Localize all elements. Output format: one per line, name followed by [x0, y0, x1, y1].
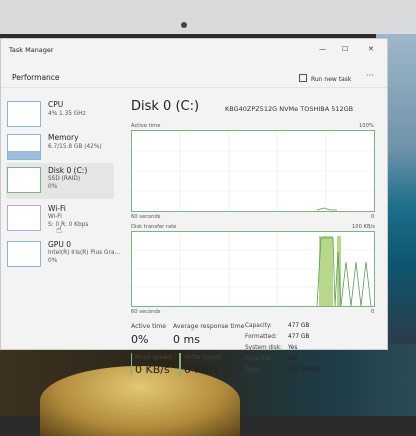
sidebar-item-detail: Intel(R) Iris(R) Plus Gra... [48, 250, 120, 256]
read-speed-value: 0 KB/s [135, 363, 170, 376]
active-time-stat-value: 0% [131, 333, 149, 346]
close-button[interactable]: ✕ [368, 45, 374, 53]
sidebar-item-detail: 4% 1.35 GHz [48, 111, 86, 117]
avg-response-label: Average response time [173, 323, 245, 330]
mouse-cursor-icon: ☝ [56, 225, 63, 236]
sidebar-item-label: GPU 0 [48, 240, 71, 249]
sidebar-item-label: CPU [48, 100, 64, 109]
title-bar[interactable]: Task Manager — ☐ ✕ [1, 39, 387, 61]
device-bezel [0, 0, 416, 34]
maximize-button[interactable]: ☐ [342, 45, 348, 53]
page-header: Performance Run new task ··· [1, 65, 387, 88]
property-key: Type: [245, 367, 261, 373]
sidebar-item-label: Disk 0 (C:) [48, 166, 88, 175]
sidebar-item-disk[interactable]: Disk 0 (C:) SSD (RAID) 0% [6, 163, 114, 199]
sidebar-item-label: Memory [48, 133, 79, 142]
transfer-rate-graph-axis-left: 60 seconds [131, 309, 161, 315]
sidebar-item-gpu[interactable]: GPU 0 Intel(R) Iris(R) Plus Gra... 0% [6, 237, 120, 271]
sidebar-item-usage: S: 0 R: 0 Kbps [48, 222, 89, 228]
read-speed-divider [131, 353, 132, 377]
property-value: Yes [288, 345, 298, 351]
property-value: 477 GB [288, 323, 310, 329]
minimize-button[interactable]: — [319, 45, 326, 53]
property-value: 477 GB [288, 334, 310, 340]
gpu-thumbnail-graph [7, 241, 41, 267]
write-speed-value: 0 KB/s [184, 363, 219, 376]
sidebar-item-usage: 0% [48, 184, 58, 190]
property-key: Capacity: [245, 323, 272, 329]
transfer-rate-graph-max: 100 KB/s [352, 224, 375, 230]
avg-response-value: 0 ms [173, 333, 200, 346]
sidebar-item-detail: 6.7/15.8 GB (42%) [48, 144, 102, 150]
sidebar-item-label: Wi-Fi [48, 204, 66, 213]
active-time-graph-label: Active time [131, 123, 161, 129]
wallpaper-rock [40, 366, 240, 436]
more-options-button[interactable]: ··· [366, 71, 374, 80]
cpu-thumbnail-graph [7, 101, 41, 127]
read-speed-label: Read speed [135, 354, 172, 361]
wifi-thumbnail-graph [7, 205, 41, 231]
sidebar-item-usage: 0% [48, 258, 58, 264]
active-time-graph-max: 100% [359, 123, 374, 129]
run-new-task-label: Run new task [311, 76, 352, 83]
write-speed-label: Write speed [184, 354, 221, 361]
memory-thumbnail-graph [7, 134, 41, 160]
camera-icon [181, 22, 187, 28]
property-value: Yes [288, 356, 298, 362]
active-time-graph-axis-right: 0 [371, 214, 375, 220]
run-task-icon [299, 74, 307, 82]
page-title: Performance [12, 73, 60, 82]
transfer-rate-graph-label: Disk transfer rate [131, 224, 177, 230]
run-new-task-button[interactable]: Run new task [299, 74, 351, 83]
property-value: SSD (RAID) [288, 367, 321, 373]
active-time-graph-svg [132, 131, 374, 211]
disk-title: Disk 0 (C:) [131, 99, 200, 114]
property-key: System disk: [245, 345, 283, 351]
sidebar-item-detail: SSD (RAID) [48, 176, 81, 182]
sidebar-item-detail: Wi-Fi [48, 214, 62, 220]
sidebar-item-memory[interactable]: Memory 6.7/15.8 GB (42%) [6, 130, 114, 164]
window-title: Task Manager [9, 46, 54, 54]
task-manager-window: Task Manager — ☐ ✕ Performance Run new t… [0, 38, 388, 377]
write-speed-divider [179, 353, 181, 377]
property-key: Page file: [245, 356, 272, 362]
transfer-rate-graph-svg [132, 232, 374, 306]
disk-thumbnail-graph [7, 167, 41, 193]
transfer-rate-graph [131, 231, 375, 307]
transfer-rate-graph-axis-right: 0 [371, 309, 375, 315]
active-time-graph [131, 130, 375, 212]
active-time-stat-label: Active time [131, 323, 167, 330]
property-key: Formatted: [245, 334, 277, 340]
active-time-graph-axis-left: 60 seconds [131, 214, 161, 220]
disk-model: KBG40ZPZ512G NVMe TOSHIBA 512GB [225, 105, 354, 113]
sidebar-item-cpu[interactable]: CPU 4% 1.35 GHz [6, 97, 114, 131]
